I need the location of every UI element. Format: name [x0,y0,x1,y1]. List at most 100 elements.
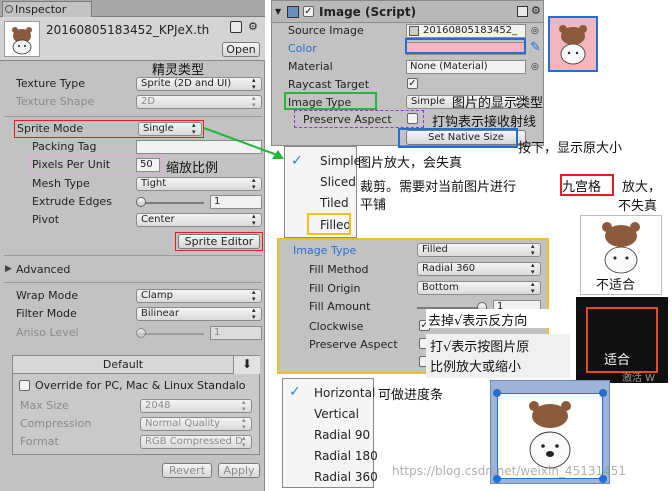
advanced-foldout[interactable]: Advanced [16,263,70,276]
wrap-mode-label: Wrap Mode [16,289,79,302]
fill-origin-label: Fill Origin [309,282,361,295]
extrude-slider-knob[interactable] [136,197,146,207]
annotation-tiled: 平铺 [360,198,387,213]
fill-amount-label: Fill Amount [309,300,371,313]
tab-default-platform[interactable]: Default [13,356,233,374]
unsuitable-preview: 不适合 [580,215,662,295]
checkmark-icon: ✓ [291,153,303,169]
annotation-sliced-d: 不失真 [618,199,658,214]
rect-handle[interactable] [599,389,607,397]
extrude-edges-input[interactable]: 1 [210,195,262,209]
clockwise-label: Clockwise [309,320,364,333]
annotation-arrow [203,127,284,159]
foldout-arrow-icon[interactable]: ▶ [5,264,12,274]
filled-image-type-dropdown[interactable]: Filled [417,243,541,257]
filled-preserve-aspect-label: Preserve Aspect [309,338,398,351]
mesh-type-label: Mesh Type [32,177,90,190]
source-image-label: Source Image [288,24,364,37]
apply-button[interactable]: Apply [218,463,260,478]
asset-name: 20160805183452_KPJeX.th [46,23,210,37]
menu-item-radial-90[interactable]: Radial 90 [314,428,370,442]
texture-shape-dropdown[interactable]: 2D [136,95,262,109]
compression-label: Compression [20,417,92,430]
extrude-slider-track[interactable] [138,202,204,204]
image-icon [409,26,419,36]
material-label: Material [288,60,333,73]
compression-dropdown[interactable]: Normal Quality [140,417,252,431]
foldout-arrow-icon[interactable]: ▼ [275,7,281,16]
tab-inspector-label: Inspector [15,3,67,16]
sprite-mode-dropdown[interactable]: Single [138,122,202,136]
image-type-popup: ✓ Simple Sliced Tiled Filled [284,146,361,238]
sprite-mode-label: Sprite Mode [17,122,84,135]
format-dropdown[interactable]: RGB Compressed D [140,435,252,449]
rect-handle[interactable] [493,389,501,397]
asset-thumbnail [4,21,40,57]
eyedropper-icon[interactable]: ✎ [530,40,541,55]
help-icon[interactable] [230,21,242,33]
open-button[interactable]: Open [222,42,260,57]
override-checkbox[interactable] [19,380,30,391]
download-icon[interactable]: ⬇ [233,356,260,374]
fill-method-dropdown[interactable]: Radial 360 [417,262,541,276]
menu-item-sliced[interactable]: Sliced [320,175,356,189]
filter-mode-dropdown[interactable]: Bilinear [136,307,262,321]
pivot-dropdown[interactable]: Center [136,213,262,227]
object-picker-icon[interactable]: ◎ [531,62,539,72]
raycast-target-checkbox[interactable]: ✓ [407,78,418,89]
aniso-slider-track[interactable] [138,333,204,335]
format-label: Format [20,435,59,448]
annotation-sliced-a: 裁剪。需要对当前图片进行 [360,180,517,195]
image-component-icon [287,6,299,18]
annotation-progress: 可做进度条 [378,388,444,403]
tab-bar: Inspector [0,0,265,17]
pixels-per-unit-input[interactable]: 50 [136,158,160,172]
settings-gear-icon[interactable]: ⚙ [531,4,541,17]
tab-inspector[interactable]: Inspector [2,1,92,17]
image-type-label: Image Type [288,96,352,109]
wrap-mode-dropdown[interactable]: Clamp [136,289,262,303]
max-size-dropdown[interactable]: 2048 [140,399,252,413]
source-image-field[interactable]: 20160805183452_ [406,24,526,38]
packing-tag-label: Packing Tag [32,140,97,153]
color-swatch[interactable] [406,42,526,55]
menu-item-vertical[interactable]: Vertical [314,407,359,421]
menu-item-radial-360[interactable]: Radial 360 [314,470,378,484]
sprite-editor-button[interactable]: Sprite Editor [178,234,260,249]
help-icon[interactable] [517,6,528,17]
aniso-slider-knob[interactable] [136,328,146,338]
annotation-unsuitable: 不适合 [596,278,636,293]
object-picker-icon[interactable]: ◎ [531,26,539,36]
menu-item-radial-180[interactable]: Radial 180 [314,449,378,463]
divider [4,116,262,117]
annotation-display-type: 图片的显示类型 [452,96,544,111]
menu-item-horizontal[interactable]: Horizontal [314,386,375,400]
mesh-type-dropdown[interactable]: Tight [136,177,262,191]
revert-button[interactable]: Revert [162,463,212,478]
annotation-native-size: 按下，显示原大小 [518,141,623,156]
menu-item-simple[interactable]: Simple [320,154,361,168]
material-field[interactable]: None (Material) [406,60,526,74]
aniso-level-input[interactable]: 1 [210,326,262,340]
texture-type-dropdown[interactable]: Sprite (2D and UI) [136,77,262,91]
bear-thumbnail-icon [12,27,32,55]
aniso-level-label: Aniso Level [16,326,79,339]
raycast-target-label: Raycast Target [288,78,370,91]
divider [4,255,262,256]
fill-method-label: Fill Method [309,263,369,276]
suitable-preview: 适合 激活 W [576,297,668,384]
menu-item-filled[interactable]: Filled [320,218,351,232]
annotation-preserve2-b: 比例放大或缩小 [430,360,522,375]
color-label: Color [288,42,317,55]
info-icon [5,5,13,13]
filled-image-type-label: Image Type [293,244,357,257]
preserve-aspect-checkbox[interactable] [407,113,418,124]
texture-type-label: Texture Type [16,77,86,90]
divider [4,282,262,283]
menu-item-tiled[interactable]: Tiled [320,196,349,210]
set-native-size-button[interactable]: Set Native Size [406,130,526,145]
image-enabled-checkbox[interactable]: ✓ [303,6,314,17]
fill-origin-dropdown[interactable]: Bottom [417,281,541,295]
pivot-label: Pivot [32,213,60,226]
settings-gear-icon[interactable]: ⚙ [248,21,260,33]
